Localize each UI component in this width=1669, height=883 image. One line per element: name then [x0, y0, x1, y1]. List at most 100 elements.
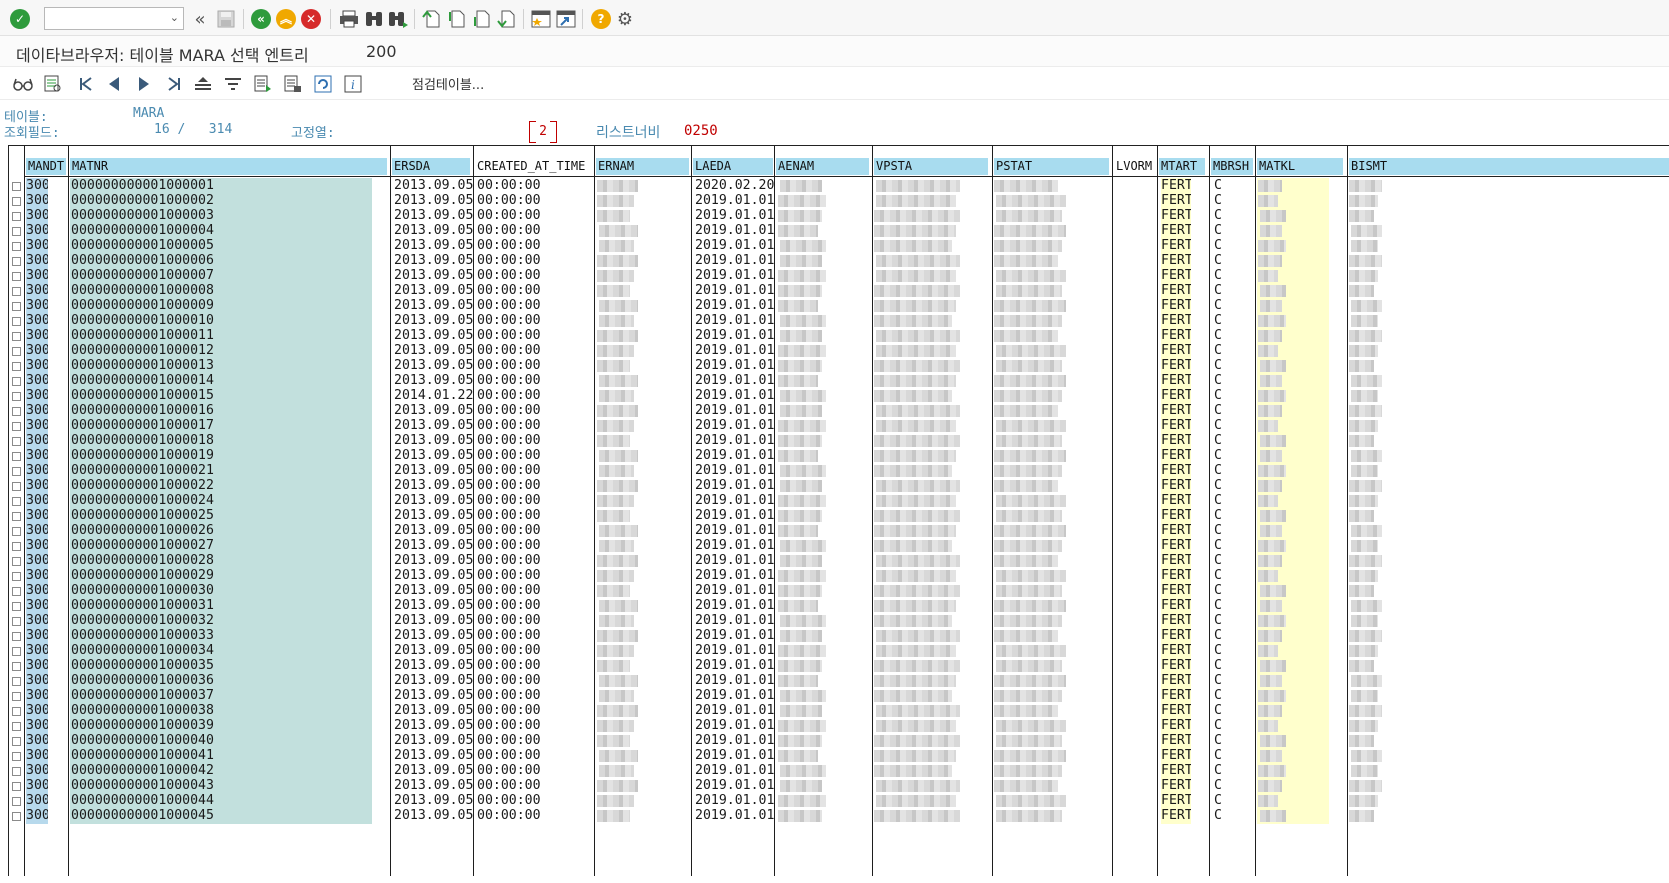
table-row[interactable]: 300 000000000001000021 2013.09.05 00:00:00 2…: [8, 463, 1669, 479]
column-header-ernam[interactable]: ERNAM: [596, 158, 689, 175]
double-chevron-left-icon[interactable]: «: [189, 8, 211, 30]
info-icon[interactable]: i: [343, 74, 363, 94]
table-row[interactable]: 300 000000000001000033 2013.09.05 00:00:00 2…: [8, 628, 1669, 644]
print-icon[interactable]: [338, 8, 360, 30]
row-select-checkbox[interactable]: [12, 542, 21, 551]
row-select-checkbox[interactable]: [12, 797, 21, 806]
table-row[interactable]: 300 000000000001000027 2013.09.05 00:00:00 2…: [8, 538, 1669, 554]
row-select-checkbox[interactable]: [12, 677, 21, 686]
back-icon[interactable]: «: [250, 8, 272, 30]
table-row[interactable]: 300 000000000001000034 2013.09.05 00:00:00 2…: [8, 643, 1669, 659]
next-page-icon[interactable]: [470, 8, 492, 30]
table-row[interactable]: 300 000000000001000039 2013.09.05 00:00:00 2…: [8, 718, 1669, 734]
row-select-checkbox[interactable]: [12, 737, 21, 746]
row-select-checkbox[interactable]: [12, 572, 21, 581]
row-select-checkbox[interactable]: [12, 227, 21, 236]
row-select-checkbox[interactable]: [12, 242, 21, 251]
table-row[interactable]: 300 000000000001000024 2013.09.05 00:00:00 2…: [8, 493, 1669, 509]
row-select-checkbox[interactable]: [12, 662, 21, 671]
refresh-icon[interactable]: [313, 74, 333, 94]
row-select-checkbox[interactable]: [12, 287, 21, 296]
table-row[interactable]: 300 000000000001000031 2013.09.05 00:00:00 2…: [8, 598, 1669, 614]
row-select-checkbox[interactable]: [12, 392, 21, 401]
save-icon[interactable]: [215, 8, 237, 30]
row-select-checkbox[interactable]: [12, 437, 21, 446]
table-row[interactable]: 300 000000000001000015 2014.01.22 00:00:00 2…: [8, 388, 1669, 404]
table-row[interactable]: 300 000000000001000040 2013.09.05 00:00:00 2…: [8, 733, 1669, 749]
select-entries-icon[interactable]: [43, 74, 63, 94]
find-icon[interactable]: [363, 8, 385, 30]
row-select-checkbox[interactable]: [12, 782, 21, 791]
table-row[interactable]: 300 000000000001000045 2013.09.05 00:00:00 2…: [8, 808, 1669, 824]
table-row[interactable]: 300 000000000001000011 2013.09.05 00:00:00 2…: [8, 328, 1669, 344]
column-header-laeda[interactable]: LAEDA: [693, 158, 773, 175]
row-select-checkbox[interactable]: [12, 332, 21, 341]
row-select-checkbox[interactable]: [12, 317, 21, 326]
row-select-checkbox[interactable]: [12, 692, 21, 701]
row-select-checkbox[interactable]: [12, 527, 21, 536]
settings-icon[interactable]: ⚙: [614, 8, 636, 30]
table-row[interactable]: 300 000000000001000012 2013.09.05 00:00:00 2…: [8, 343, 1669, 359]
check-tables-button[interactable]: 점검테이블...: [412, 74, 484, 93]
chevron-down-icon[interactable]: ⌄: [170, 11, 179, 24]
row-select-checkbox[interactable]: [12, 752, 21, 761]
row-select-checkbox[interactable]: [12, 632, 21, 641]
table-row[interactable]: 300 000000000001000028 2013.09.05 00:00:00 2…: [8, 553, 1669, 569]
column-header-matnr[interactable]: MATNR: [70, 158, 387, 175]
column-header-vpsta[interactable]: VPSTA: [874, 158, 988, 175]
table-row[interactable]: 300 000000000001000035 2013.09.05 00:00:00 2…: [8, 658, 1669, 674]
table-row[interactable]: 300 000000000001000016 2013.09.05 00:00:00 2…: [8, 403, 1669, 419]
table-row[interactable]: 300 000000000001000003 2013.09.05 00:00:00 2…: [8, 208, 1669, 224]
row-select-checkbox[interactable]: [12, 182, 21, 191]
next-entry-icon[interactable]: [134, 74, 154, 94]
column-header-pstat[interactable]: PSTAT: [994, 158, 1109, 175]
table-row[interactable]: 300 000000000001000032 2013.09.05 00:00:00 2…: [8, 613, 1669, 629]
table-row[interactable]: 300 000000000001000001 2013.09.05 00:00:00 2…: [8, 178, 1669, 194]
row-select-checkbox[interactable]: [12, 272, 21, 281]
row-select-checkbox[interactable]: [12, 602, 21, 611]
row-select-checkbox[interactable]: [12, 257, 21, 266]
column-header-created-at-time[interactable]: CREATED_AT_TIME: [475, 158, 594, 175]
table-row[interactable]: 300 000000000001000004 2013.09.05 00:00:00 2…: [8, 223, 1669, 239]
table-row[interactable]: 300 000000000001000006 2013.09.05 00:00:00 2…: [8, 253, 1669, 269]
first-entry-icon[interactable]: [76, 74, 96, 94]
table-row[interactable]: 300 000000000001000042 2013.09.05 00:00:00 2…: [8, 763, 1669, 779]
enter-icon[interactable]: ✓: [9, 8, 31, 30]
sort-ascending-icon[interactable]: [193, 74, 213, 94]
table-row[interactable]: 300 000000000001000030 2013.09.05 00:00:00 2…: [8, 583, 1669, 599]
row-select-checkbox[interactable]: [12, 617, 21, 626]
row-select-checkbox[interactable]: [12, 212, 21, 221]
column-header-lvorm[interactable]: LVORM: [1114, 158, 1156, 175]
column-header-ersda[interactable]: ERSDA: [392, 158, 470, 175]
column-header-mandt[interactable]: MANDT: [26, 158, 66, 175]
table-row[interactable]: 300 000000000001000019 2013.09.05 00:00:00 2…: [8, 448, 1669, 464]
table-row[interactable]: 300 000000000001000022 2013.09.05 00:00:00 2…: [8, 478, 1669, 494]
shortcut-icon[interactable]: [555, 8, 577, 30]
table-row[interactable]: 300 000000000001000018 2013.09.05 00:00:00 2…: [8, 433, 1669, 449]
table-row[interactable]: 300 000000000001000043 2013.09.05 00:00:00 2…: [8, 778, 1669, 794]
table-row[interactable]: 300 000000000001000037 2013.09.05 00:00:00 2…: [8, 688, 1669, 704]
table-row[interactable]: 300 000000000001000014 2013.09.05 00:00:00 2…: [8, 373, 1669, 389]
row-select-checkbox[interactable]: [12, 707, 21, 716]
column-header-bismt[interactable]: BISMT: [1349, 158, 1669, 175]
row-select-checkbox[interactable]: [12, 302, 21, 311]
table-row[interactable]: 300 000000000001000013 2013.09.05 00:00:00 2…: [8, 358, 1669, 374]
table-row[interactable]: 300 000000000001000041 2013.09.05 00:00:00 2…: [8, 748, 1669, 764]
table-row[interactable]: 300 000000000001000026 2013.09.05 00:00:00 2…: [8, 523, 1669, 539]
row-select-checkbox[interactable]: [12, 812, 21, 821]
create-session-icon[interactable]: [530, 8, 552, 30]
export-icon[interactable]: [283, 74, 303, 94]
table-row[interactable]: 300 000000000001000008 2013.09.05 00:00:00 2…: [8, 283, 1669, 299]
first-page-icon[interactable]: [420, 8, 442, 30]
column-header-aenam[interactable]: AENAM: [776, 158, 869, 175]
row-select-checkbox[interactable]: [12, 377, 21, 386]
table-row[interactable]: 300 000000000001000017 2013.09.05 00:00:00 2…: [8, 418, 1669, 434]
glasses-icon[interactable]: [13, 74, 33, 94]
last-page-icon[interactable]: [495, 8, 517, 30]
row-select-checkbox[interactable]: [12, 722, 21, 731]
row-select-checkbox[interactable]: [12, 647, 21, 656]
table-row[interactable]: 300 000000000001000010 2013.09.05 00:00:00 2…: [8, 313, 1669, 329]
row-select-checkbox[interactable]: [12, 467, 21, 476]
row-select-checkbox[interactable]: [12, 557, 21, 566]
column-header-matkl[interactable]: MATKL: [1257, 158, 1343, 175]
